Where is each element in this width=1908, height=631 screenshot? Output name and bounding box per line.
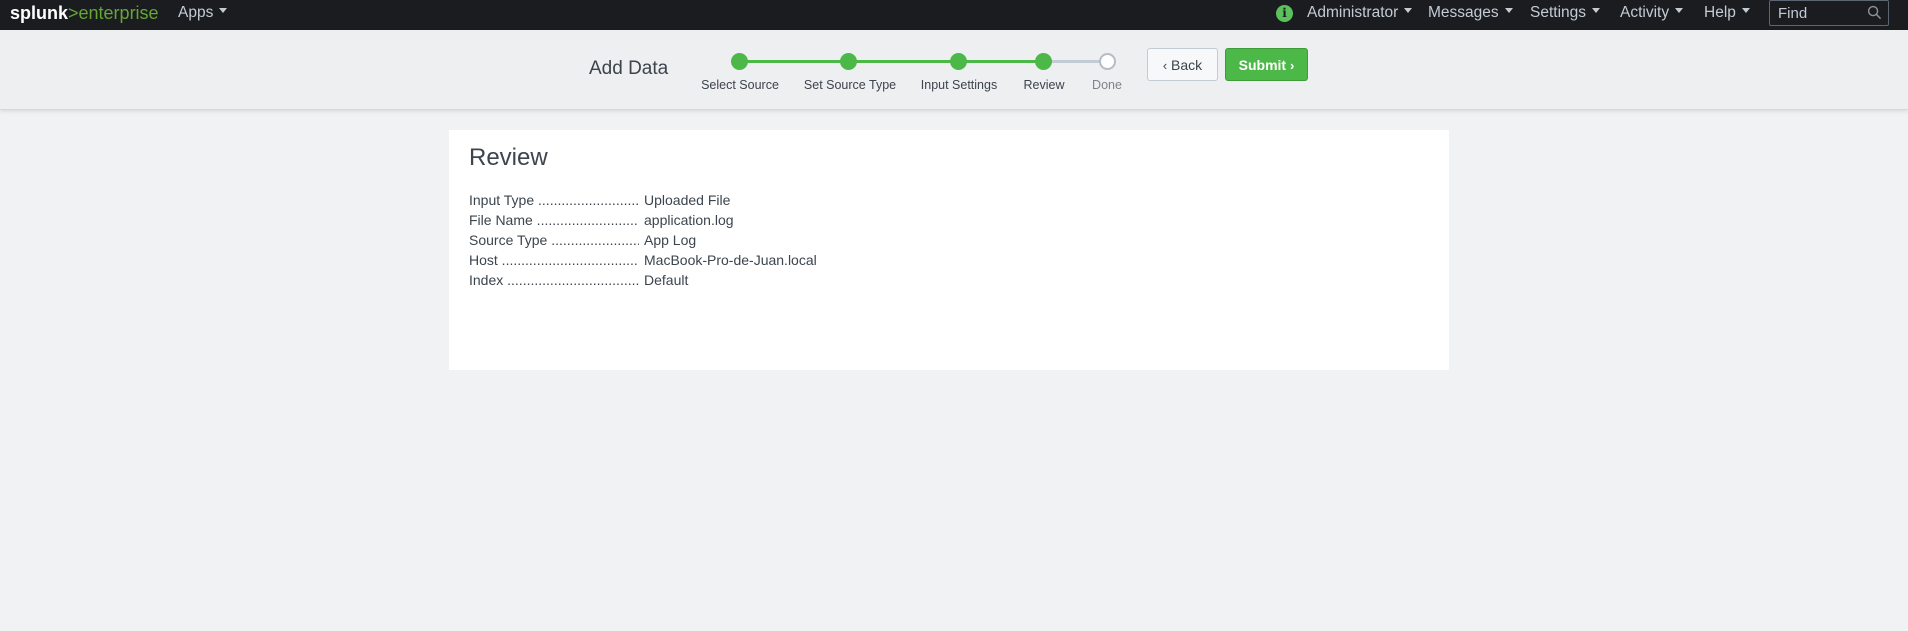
info-icon[interactable]: i (1276, 5, 1293, 22)
caret-down-icon (1675, 8, 1684, 14)
apps-menu-label: Apps (178, 4, 214, 21)
add-data-step-header: Add Data Select Source Set Source Type I… (0, 30, 1908, 110)
submit-button[interactable]: Submit › (1225, 48, 1308, 81)
find-box (1769, 0, 1889, 26)
review-row-value: Uploaded File (644, 192, 731, 208)
chevron-left-icon: ‹ (1162, 57, 1168, 73)
logo-text-enterprise: >enterprise (68, 3, 159, 23)
help-menu[interactable]: Help (1704, 4, 1750, 22)
step-label-set-source-type: Set Source Type (803, 78, 897, 92)
review-title: Review (469, 144, 548, 171)
caret-down-icon (1404, 8, 1413, 14)
settings-menu-label: Settings (1530, 4, 1587, 21)
step-label-input-settings: Input Settings (920, 78, 998, 92)
review-panel: Review Input Type Uploaded File File Nam… (449, 130, 1449, 370)
step-label-select-source: Select Source (701, 78, 779, 92)
caret-down-icon (219, 8, 228, 14)
review-row-value: App Log (644, 232, 697, 248)
caret-down-icon (1504, 8, 1513, 14)
step-label-done: Done (1092, 78, 1122, 92)
settings-menu[interactable]: Settings (1530, 4, 1601, 22)
chevron-right-icon: › (1290, 57, 1295, 73)
step-label-review: Review (1023, 78, 1065, 92)
activity-menu-label: Activity (1620, 4, 1670, 21)
review-row-value: application.log (644, 212, 734, 228)
messages-menu[interactable]: Messages (1428, 4, 1513, 22)
apps-menu[interactable]: Apps (178, 4, 228, 22)
review-row-label: Host (469, 252, 639, 268)
review-row-label: Index (469, 272, 639, 288)
step-progress-track-complete (739, 60, 1041, 63)
review-row-label: Source Type (469, 232, 639, 248)
back-button-label: Back (1171, 56, 1203, 73)
administrator-menu-label: Administrator (1307, 4, 1399, 21)
review-row-label: File Name (469, 212, 639, 228)
activity-menu[interactable]: Activity (1620, 4, 1684, 22)
administrator-menu[interactable]: Administrator (1307, 4, 1413, 22)
review-row-label: Input Type (469, 192, 639, 208)
find-input[interactable] (1770, 1, 1870, 25)
step-dot-select-source (731, 53, 748, 70)
search-icon[interactable] (1867, 5, 1882, 20)
step-dot-set-source-type (840, 53, 857, 70)
back-button[interactable]: ‹ Back (1147, 48, 1218, 81)
top-nav-bar: splunk>enterprise Apps i Administrator M… (0, 0, 1908, 30)
review-row-value: MacBook-Pro-de-Juan.local (644, 252, 817, 268)
page-title: Add Data (589, 58, 669, 79)
step-dot-review (1035, 53, 1052, 70)
caret-down-icon (1592, 8, 1601, 14)
step-dot-done (1099, 53, 1116, 70)
submit-button-label: Submit (1238, 56, 1287, 73)
review-row-value: Default (644, 272, 689, 288)
help-menu-label: Help (1704, 4, 1736, 21)
splunk-logo[interactable]: splunk>enterprise (10, 3, 159, 24)
logo-text-splunk: splunk (10, 3, 69, 23)
messages-menu-label: Messages (1428, 4, 1499, 21)
step-dot-input-settings (950, 53, 967, 70)
caret-down-icon (1741, 8, 1750, 14)
